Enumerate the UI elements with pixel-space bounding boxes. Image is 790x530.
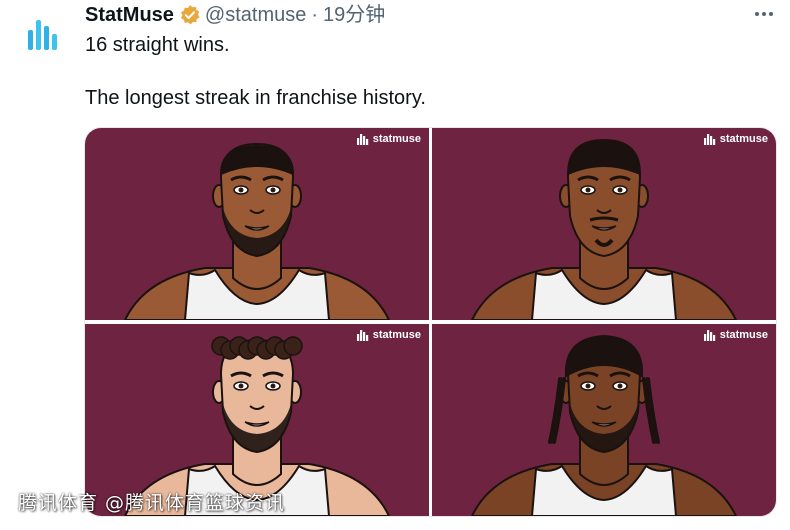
player-eye-left-pupil	[585, 187, 591, 193]
statmuse-watermark: statmuse	[703, 329, 768, 341]
player-image-2[interactable]: statmuse	[432, 128, 776, 320]
logo-bar	[703, 138, 706, 145]
statmuse-logo-icon	[703, 330, 715, 341]
avatar-bar-2	[36, 20, 41, 50]
player-image-1[interactable]: statmuse	[85, 128, 429, 320]
header-separator: ·	[311, 4, 319, 26]
logo-bar	[365, 139, 368, 145]
logo-bar	[359, 134, 362, 145]
avatar-bar-4	[52, 34, 57, 50]
logo-bar	[356, 334, 359, 341]
more-options-icon[interactable]	[752, 4, 776, 24]
avatar-bar-1	[28, 30, 33, 50]
player-illustration	[123, 336, 391, 516]
player-hair-curl	[283, 336, 303, 356]
player-image-3[interactable]: statmuse	[85, 324, 429, 516]
statmuse-label: statmuse	[372, 133, 421, 145]
media-grid: statmuse statmuse statmuse statmuse	[85, 128, 776, 516]
player-eye-right-pupil	[617, 187, 623, 193]
statmuse-avatar[interactable]	[22, 12, 66, 56]
logo-bar	[712, 139, 715, 145]
logo-bar	[703, 334, 706, 341]
logo-bar	[362, 332, 365, 341]
player-eye-right-pupil	[270, 383, 276, 389]
player-eye-right-pupil	[617, 383, 623, 389]
logo-bar	[359, 330, 362, 341]
logo-bar	[709, 332, 712, 341]
logo-bar	[362, 136, 365, 145]
player-eye-left-pupil	[585, 383, 591, 389]
player-illustration	[470, 334, 738, 516]
logo-bar	[709, 136, 712, 145]
logo-bar	[712, 335, 715, 341]
post-time[interactable]: 19分钟	[323, 3, 385, 27]
statmuse-logo-icon	[356, 134, 368, 145]
statmuse-logo-icon	[356, 330, 368, 341]
statmuse-label: statmuse	[372, 329, 421, 341]
avatar-bar-3	[44, 26, 49, 50]
statmuse-label: statmuse	[719, 133, 768, 145]
player-image-4[interactable]: statmuse	[432, 324, 776, 516]
author-handle[interactable]: @statmuse	[205, 3, 306, 27]
statmuse-watermark: statmuse	[356, 329, 421, 341]
player-illustration	[470, 138, 738, 320]
tweet-text-line-1: 16 straight wins.	[85, 34, 230, 56]
statmuse-watermark: statmuse	[703, 133, 768, 145]
statmuse-label: statmuse	[719, 329, 768, 341]
tweet-header: StatMuse @statmuse · 19分钟	[85, 3, 385, 27]
player-eye-left-pupil	[238, 383, 244, 389]
verified-badge-icon	[180, 5, 200, 25]
player-eye-left-pupil	[238, 187, 244, 193]
logo-bar	[365, 335, 368, 341]
tweet-text-line-2: The longest streak in franchise history.	[85, 87, 426, 109]
statmuse-watermark: statmuse	[356, 133, 421, 145]
author-name[interactable]: StatMuse	[85, 3, 174, 27]
player-eye-right-pupil	[270, 187, 276, 193]
logo-bar	[706, 330, 709, 341]
logo-bar	[706, 134, 709, 145]
player-illustration	[123, 142, 391, 320]
statmuse-logo-icon	[703, 134, 715, 145]
watermark: 腾讯体育 @腾讯体育篮球资讯	[18, 492, 286, 514]
logo-bar	[356, 138, 359, 145]
